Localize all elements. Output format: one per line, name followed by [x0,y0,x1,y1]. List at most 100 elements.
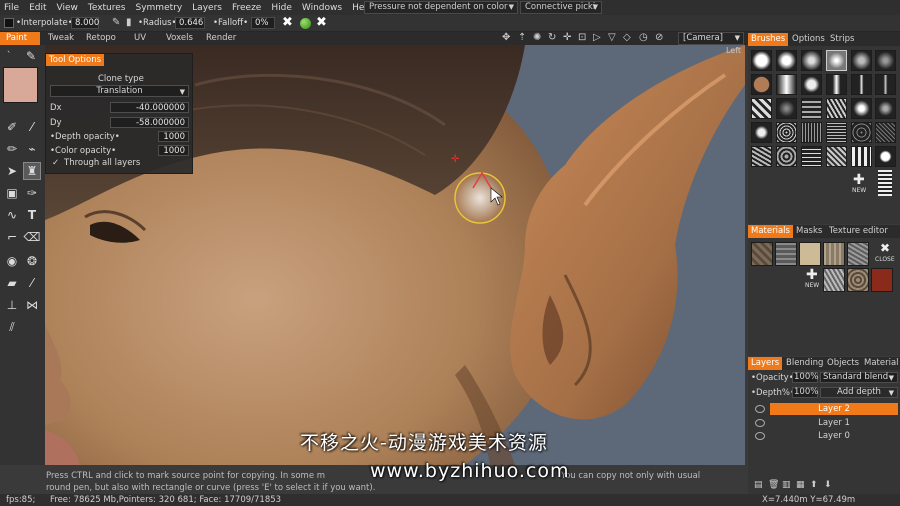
plus-icon[interactable]: ✚ [853,172,865,188]
brush-icon[interactable]: ✐ [3,118,21,136]
brush-item[interactable] [851,50,872,71]
brush-item[interactable] [751,74,772,95]
brush-item[interactable] [826,98,847,119]
eraser-icon[interactable]: ⌫ [23,228,41,246]
brush-item[interactable] [875,98,896,119]
brush-icon[interactable]: ✎ [112,17,120,28]
layer-row[interactable]: Layer 1 [770,417,898,429]
depth-opacity-field[interactable]: 1000 [158,131,189,142]
eye-icon[interactable] [755,405,765,413]
checkbox-through-layers[interactable]: ✓ [52,158,59,168]
tab-render[interactable]: Render [200,32,242,45]
text-icon[interactable]: T [23,206,41,224]
close-label[interactable]: CLOSE [875,256,895,263]
eye-icon[interactable] [755,419,765,427]
brush-item[interactable] [751,50,772,71]
layer-row-active[interactable]: Layer 2 [770,403,898,415]
layer-opacity-field[interactable]: 100% [792,372,818,383]
butterfly-icon[interactable]: ⋈ [23,296,41,314]
brush-item[interactable] [751,98,772,119]
add-depth-dropdown[interactable]: Add depth ▼ [820,387,898,398]
curve-icon[interactable]: ∿ [3,206,21,224]
brush-item[interactable] [801,98,822,119]
tab-brushes[interactable]: Brushes [748,33,789,46]
play-icon[interactable]: ▷ [593,32,601,43]
brush-item[interactable] [776,146,797,167]
material-item[interactable] [775,242,797,266]
tab-paint[interactable]: Paint [0,32,40,45]
dropper-icon[interactable]: ⁄ [23,274,41,292]
menu-layers[interactable]: Layers [188,3,228,13]
camera-dropdown[interactable]: [Camera] ▼ [678,32,744,45]
move-icon[interactable]: ✥ [502,32,510,43]
dy-field[interactable]: -58.000000 [110,117,189,128]
radius-field[interactable]: 0.646 [175,17,205,29]
brush-item[interactable] [801,74,822,95]
material-item[interactable] [799,242,821,266]
brush-item[interactable] [875,122,896,143]
tab-tweak[interactable]: Tweak [42,32,80,45]
eye-icon[interactable]: ◉ [3,252,21,270]
zoom-icon[interactable]: ✛ [563,32,571,43]
dx-field[interactable]: -40.000000 [110,102,189,113]
connective-dropdown[interactable]: Connective picki ▼ [520,1,602,14]
brush-item[interactable] [801,50,822,71]
tab-materials[interactable]: Materials [748,225,793,238]
falloff-field[interactable]: 0% [251,17,275,29]
tab-retopo[interactable]: Retopo [80,32,122,45]
cross-icon[interactable]: ✖ [282,16,293,30]
gun-icon[interactable]: ➤ [3,162,21,180]
menu-file[interactable]: File [0,3,25,13]
select-icon[interactable]: ▣ [3,184,21,202]
menu-windows[interactable]: Windows [298,3,348,13]
crop-icon[interactable]: ⌐ [3,228,21,246]
brush-item[interactable] [776,50,797,71]
close-icon[interactable]: ✖ [880,241,890,255]
pan-up-icon[interactable]: ⇡ [518,32,526,43]
pen-tool-icon[interactable]: ✑ [23,184,41,202]
material-item[interactable] [751,242,773,266]
tab-texture-editor[interactable]: Texture editor [826,225,891,238]
tab-voxels[interactable]: Voxels [160,32,199,45]
tab-uv[interactable]: UV [128,32,152,45]
tab-strips[interactable]: Strips [827,33,857,46]
material-item[interactable] [847,268,869,292]
rotate-icon[interactable]: ↻ [548,32,556,43]
fill-icon[interactable]: ▰ [3,274,21,292]
brush-item[interactable] [776,98,797,119]
eye-icon[interactable] [755,432,765,440]
menu-symmetry[interactable]: Symmetry [132,3,189,13]
brush-item[interactable] [801,122,822,143]
airbrush-icon[interactable]: ✏ [3,140,21,158]
brush-item[interactable] [875,50,896,71]
brush-item[interactable] [826,74,847,95]
menu-view[interactable]: View [53,3,84,13]
brush-item[interactable] [851,122,872,143]
primary-color-swatch[interactable] [3,67,38,103]
clone-type-dropdown[interactable]: Translation ▼ [50,85,189,97]
tab-options[interactable]: Options [789,33,828,46]
brush-item[interactable] [801,146,822,167]
tab-blending[interactable]: Blending [783,357,826,370]
material-item[interactable] [823,242,845,266]
gear-icon[interactable]: ❂ [23,252,41,270]
light-icon[interactable]: ✺ [533,32,541,43]
brush-item[interactable] [776,74,797,95]
color-opacity-field[interactable]: 1000 [158,145,189,156]
measure-icon[interactable]: ⊥ [3,296,21,314]
layer-row[interactable]: Layer 0 [770,430,898,442]
brush-item[interactable] [851,146,872,167]
grid-icon[interactable]: ⊘ [655,32,663,43]
line-brush-icon[interactable]: ⁄ [23,118,41,136]
tab-masks[interactable]: Masks [793,225,825,238]
tool-options-title[interactable]: Tool Options [46,54,105,66]
smudge-icon[interactable]: ⌁ [23,140,41,158]
menu-textures[interactable]: Textures [84,3,132,13]
layer-down-icon[interactable]: ⬇ [824,480,832,490]
new-layer-icon[interactable]: ▤ [754,480,763,490]
sphere-icon[interactable] [300,18,311,29]
brush-item[interactable] [826,122,847,143]
clone-stamp-icon[interactable]: ♜ [23,162,41,180]
material-item[interactable] [871,268,893,292]
brush-item[interactable] [826,146,847,167]
